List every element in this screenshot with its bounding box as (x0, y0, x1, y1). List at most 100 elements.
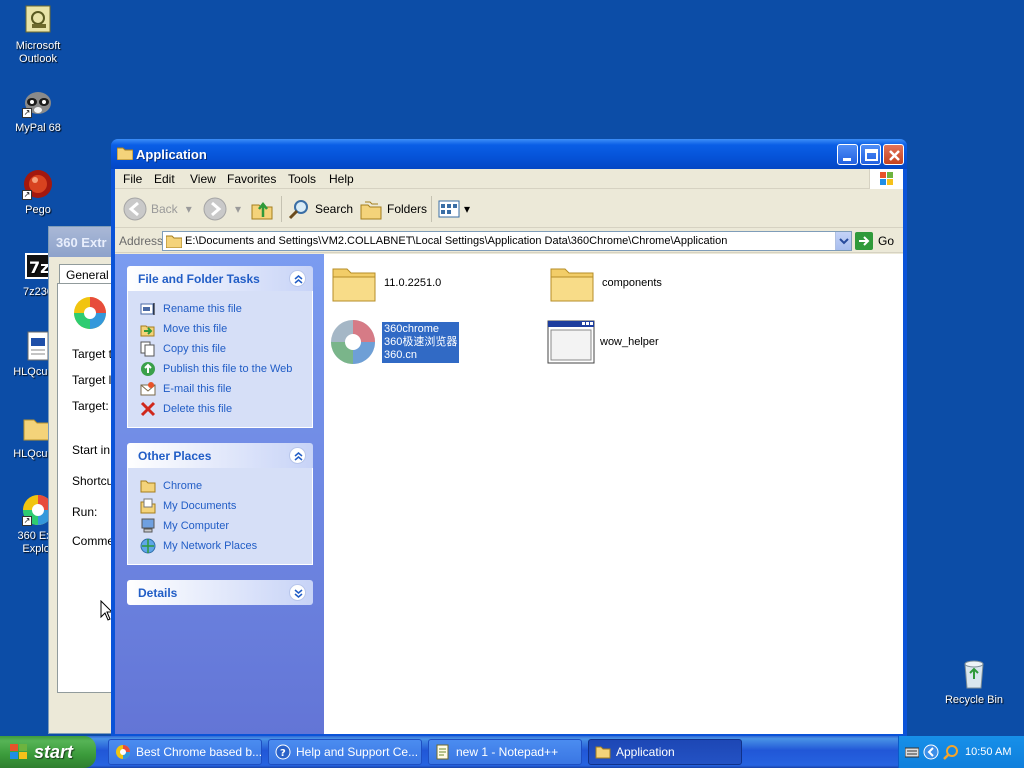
file-item-folder[interactable]: components (549, 263, 662, 303)
taskbar-button-help[interactable]: ? Help and Support Ce... (268, 739, 422, 765)
forward-dropdown-icon: ▾ (235, 202, 242, 216)
file-item-application[interactable]: wow_helper (547, 320, 659, 364)
file-item-folder[interactable]: 11.0.2251.0 (331, 263, 441, 303)
menu-file[interactable]: File (123, 172, 142, 186)
desktop-icon-mypal[interactable]: ↗ MyPal 68 (0, 86, 76, 135)
file-name: 11.0.2251.0 (384, 276, 442, 289)
dialog-label-shortcut-key: Shortcu (72, 474, 114, 488)
delete-icon (140, 401, 156, 417)
details-panel: Details (127, 580, 313, 605)
folder-icon (550, 268, 594, 302)
task-label: Rename this file (163, 303, 242, 315)
search-icon[interactable] (943, 744, 959, 760)
minimize-button[interactable] (837, 144, 858, 165)
views-button[interactable]: ▾ (437, 196, 470, 222)
folder-icon (332, 268, 376, 302)
maximize-button[interactable] (860, 144, 881, 165)
desktop-icon-label: MyPal 68 (15, 122, 61, 134)
start-label: start (34, 742, 74, 762)
taskbar-button-browser[interactable]: Best Chrome based b... (108, 739, 262, 765)
dialog-label-target: Target: (72, 399, 109, 413)
file-name: 360chrome 360极速浏览器 360.cn (382, 321, 460, 363)
search-icon (288, 200, 308, 220)
menu-view[interactable]: View (190, 172, 216, 186)
other-places-header[interactable]: Other Places (127, 443, 313, 468)
other-places-panel: Other Places Chrome My Documents My Comp… (127, 443, 313, 565)
go-button[interactable]: Go (855, 232, 894, 250)
outlook-icon (22, 4, 54, 36)
tab-general[interactable]: General (59, 264, 119, 284)
forward-button[interactable]: ▾ (203, 196, 241, 222)
windows-logo-icon (869, 169, 903, 189)
window-titlebar[interactable]: Application (111, 139, 907, 169)
taskbar-button-notepad[interactable]: new 1 - Notepad++ (428, 739, 582, 765)
chevron-down-icon (839, 238, 849, 245)
collapse-icon[interactable] (289, 447, 306, 464)
task-publish-file[interactable]: Publish this file to the Web (140, 359, 312, 379)
search-button[interactable]: Search (287, 196, 353, 222)
panel-title: Details (138, 586, 178, 600)
place-chrome[interactable]: Chrome (140, 476, 312, 496)
desktop-icon-recycle-bin[interactable]: Recycle Bin (936, 658, 1012, 707)
file-folder-tasks-body: Rename this file Move this file Copy thi… (127, 291, 313, 428)
shortcut-arrow-icon: ↗ (22, 190, 32, 200)
place-my-network-places[interactable]: My Network Places (140, 536, 312, 556)
task-move-file[interactable]: Move this file (140, 319, 312, 339)
task-delete-file[interactable]: Delete this file (140, 399, 312, 419)
start-button[interactable]: start (0, 736, 96, 768)
menu-favorites[interactable]: Favorites (227, 172, 276, 186)
desktop-icon-pego[interactable]: ↗ Pego (0, 168, 76, 217)
task-label: Copy this file (163, 343, 226, 355)
explorer-window[interactable]: Application File Edit View Favorites Too… (111, 139, 907, 736)
panel-title: File and Folder Tasks (138, 272, 260, 286)
dialog-label-run: Run: (72, 505, 98, 519)
notepad-icon (436, 744, 449, 760)
panel-title: Other Places (138, 449, 212, 463)
application-window-icon (547, 320, 595, 364)
desktop-icon-outlook[interactable]: Microsoft Outlook (0, 4, 76, 66)
taskbar-button-label: new 1 - Notepad++ (456, 745, 559, 759)
expand-icon[interactable] (289, 584, 306, 601)
dialog-label-start-in: Start in: (72, 443, 114, 457)
address-label: Address (119, 234, 164, 248)
my-computer-icon (141, 518, 155, 533)
folders-button[interactable]: Folders (359, 196, 427, 222)
keyboard-icon[interactable] (905, 745, 919, 759)
folders-icon (360, 201, 382, 220)
file-list[interactable]: 11.0.2251.0 components 360chrome 360极速浏览… (324, 254, 903, 734)
file-item-application-selected[interactable]: 360chrome 360极速浏览器 360.cn (329, 318, 460, 366)
taskbar-button-application[interactable]: Application (588, 739, 742, 765)
toolbar-separator (281, 196, 282, 222)
desktop-icon-label: Outlook (19, 53, 57, 65)
desktop-icon-label: Microsoft (15, 40, 61, 52)
up-folder-button[interactable] (250, 196, 274, 222)
details-header[interactable]: Details (127, 580, 313, 605)
shortcut-arrow-icon: ↗ (22, 108, 32, 118)
collapse-icon[interactable] (289, 270, 306, 287)
task-copy-file[interactable]: Copy this file (140, 339, 312, 359)
task-email-file[interactable]: E-mail this file (140, 379, 312, 399)
place-my-documents[interactable]: My Documents (140, 496, 312, 516)
file-name: wow_helper (600, 335, 659, 348)
pego-icon: ↗ (22, 168, 54, 200)
close-button[interactable] (883, 144, 904, 165)
back-button[interactable]: Back ▾ (123, 196, 192, 222)
place-my-computer[interactable]: My Computer (140, 516, 312, 536)
address-dropdown-button[interactable] (835, 232, 851, 250)
address-input[interactable]: E:\Documents and Settings\VM2.COLLABNET\… (162, 231, 852, 251)
file-folder-tasks-header[interactable]: File and Folder Tasks (127, 266, 313, 291)
show-hidden-icons-icon[interactable] (923, 744, 939, 760)
toolbar-separator (431, 196, 432, 222)
task-rename-file[interactable]: Rename this file (140, 299, 312, 319)
menu-help[interactable]: Help (329, 172, 354, 186)
my-documents-icon (140, 498, 156, 514)
mypal-icon: ↗ (22, 86, 54, 118)
menu-edit[interactable]: Edit (154, 172, 175, 186)
dialog-label-target-type: Target t (72, 347, 113, 361)
back-label: Back (151, 202, 178, 216)
move-icon (140, 325, 155, 337)
search-label: Search (315, 202, 354, 216)
menu-tools[interactable]: Tools (288, 172, 316, 186)
back-dropdown-icon: ▾ (185, 202, 192, 216)
svg-text:7z: 7z (29, 258, 49, 277)
